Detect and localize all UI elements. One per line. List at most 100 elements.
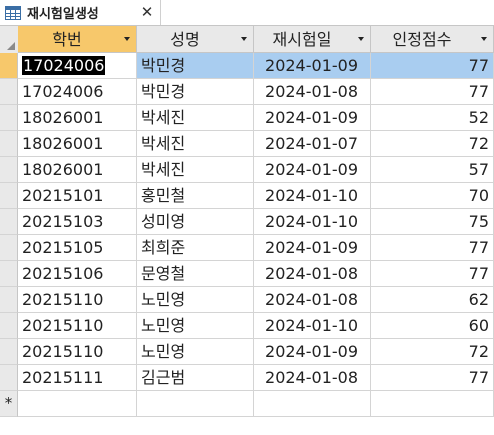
new-record-icon[interactable]: *: [0, 391, 18, 417]
new-record-cell[interactable]: [371, 391, 494, 417]
table-row[interactable]: 20215110 노민영 2024-01-10 60: [0, 313, 494, 339]
cell-retest-date[interactable]: 2024-01-10: [254, 313, 371, 339]
cell-student-id[interactable]: 17024006: [18, 79, 137, 105]
column-header-name[interactable]: 성명: [137, 26, 254, 53]
column-header-label: 인정점수: [392, 30, 452, 49]
selected-text: 17024006: [22, 56, 106, 75]
table-row[interactable]: 18026001 박세진 2024-01-09 57: [0, 157, 494, 183]
cell-student-id[interactable]: 20215110: [18, 287, 137, 313]
cell-name[interactable]: 노민영: [137, 313, 254, 339]
table-row[interactable]: 17024006 박민경 2024-01-08 77: [0, 79, 494, 105]
row-selector[interactable]: [0, 79, 18, 105]
cell-name[interactable]: 최희준: [137, 235, 254, 261]
cell-name[interactable]: 김근범: [137, 365, 254, 391]
tab-bar: 재시험일생성 ✕: [0, 0, 494, 26]
cell-student-id[interactable]: 18026001: [18, 105, 137, 131]
cell-score[interactable]: 77: [371, 53, 494, 79]
cell-score[interactable]: 75: [371, 209, 494, 235]
select-all-corner[interactable]: [0, 26, 19, 54]
row-selector[interactable]: [0, 287, 18, 313]
cell-name[interactable]: 노민영: [137, 339, 254, 365]
row-selector[interactable]: [0, 53, 18, 79]
row-selector[interactable]: [0, 313, 18, 339]
cell-retest-date[interactable]: 2024-01-07: [254, 131, 371, 157]
cell-student-id[interactable]: 17024006: [18, 53, 137, 79]
tab-title: 재시험일생성: [27, 7, 99, 22]
cell-retest-date[interactable]: 2024-01-10: [254, 209, 371, 235]
cell-student-id[interactable]: 20215105: [18, 235, 137, 261]
cell-retest-date[interactable]: 2024-01-08: [254, 79, 371, 105]
cell-score[interactable]: 70: [371, 183, 494, 209]
table-row[interactable]: 18026001 박세진 2024-01-07 72: [0, 131, 494, 157]
cell-score[interactable]: 52: [371, 105, 494, 131]
column-header-score[interactable]: 인정점수: [371, 26, 494, 53]
cell-name[interactable]: 홍민철: [137, 183, 254, 209]
table-row[interactable]: 20215106 문영철 2024-01-08 77: [0, 261, 494, 287]
new-record-row[interactable]: *: [0, 391, 494, 417]
cell-score[interactable]: 72: [371, 339, 494, 365]
dropdown-arrow-icon[interactable]: [241, 37, 247, 41]
cell-student-id[interactable]: 20215103: [18, 209, 137, 235]
cell-name[interactable]: 문영철: [137, 261, 254, 287]
cell-score[interactable]: 62: [371, 287, 494, 313]
cell-retest-date[interactable]: 2024-01-08: [254, 365, 371, 391]
table-row[interactable]: 20215105 최희준 2024-01-09 77: [0, 235, 494, 261]
cell-retest-date[interactable]: 2024-01-09: [254, 235, 371, 261]
cell-student-id[interactable]: 18026001: [18, 131, 137, 157]
cell-retest-date[interactable]: 2024-01-09: [254, 105, 371, 131]
cell-student-id[interactable]: 18026001: [18, 157, 137, 183]
row-selector[interactable]: [0, 105, 18, 131]
table-row[interactable]: 20215101 홍민철 2024-01-10 70: [0, 183, 494, 209]
cell-score[interactable]: 77: [371, 365, 494, 391]
row-selector[interactable]: [0, 157, 18, 183]
cell-name[interactable]: 박민경: [137, 79, 254, 105]
table-row[interactable]: 20215110 노민영 2024-01-08 62: [0, 287, 494, 313]
cell-score[interactable]: 77: [371, 235, 494, 261]
cell-name[interactable]: 박세진: [137, 131, 254, 157]
cell-retest-date[interactable]: 2024-01-08: [254, 287, 371, 313]
new-record-cell[interactable]: [137, 391, 254, 417]
new-record-cell[interactable]: [254, 391, 371, 417]
cell-retest-date[interactable]: 2024-01-09: [254, 157, 371, 183]
cell-score[interactable]: 72: [371, 131, 494, 157]
row-selector[interactable]: [0, 131, 18, 157]
cell-score[interactable]: 60: [371, 313, 494, 339]
table-row[interactable]: 17024006 박민경 2024-01-09 77: [0, 53, 494, 79]
row-selector[interactable]: [0, 339, 18, 365]
table-row[interactable]: 20215110 노민영 2024-01-09 72: [0, 339, 494, 365]
column-header-student-id[interactable]: 학번: [18, 26, 137, 53]
cell-name[interactable]: 노민영: [137, 287, 254, 313]
cell-retest-date[interactable]: 2024-01-09: [254, 339, 371, 365]
cell-student-id[interactable]: 20215101: [18, 183, 137, 209]
new-record-cell[interactable]: [18, 391, 137, 417]
dropdown-arrow-icon[interactable]: [124, 37, 130, 41]
cell-student-id[interactable]: 20215110: [18, 313, 137, 339]
cell-score[interactable]: 77: [371, 79, 494, 105]
cell-score[interactable]: 57: [371, 157, 494, 183]
row-selector[interactable]: [0, 365, 18, 391]
table-icon: [5, 5, 21, 20]
row-selector[interactable]: [0, 235, 18, 261]
cell-student-id[interactable]: 20215111: [18, 365, 137, 391]
table-row[interactable]: 20215103 성미영 2024-01-10 75: [0, 209, 494, 235]
dropdown-arrow-icon[interactable]: [358, 37, 364, 41]
cell-student-id[interactable]: 20215110: [18, 339, 137, 365]
row-selector[interactable]: [0, 261, 18, 287]
column-header-retest-date[interactable]: 재시험일: [254, 26, 371, 53]
tab-query-result[interactable]: 재시험일생성 ✕: [0, 0, 161, 25]
row-selector[interactable]: [0, 183, 18, 209]
table-row[interactable]: 20215111 김근범 2024-01-08 77: [0, 365, 494, 391]
cell-name[interactable]: 박민경: [137, 53, 254, 79]
cell-name[interactable]: 박세진: [137, 105, 254, 131]
dropdown-arrow-icon[interactable]: [481, 37, 487, 41]
cell-name[interactable]: 성미영: [137, 209, 254, 235]
cell-student-id[interactable]: 20215106: [18, 261, 137, 287]
cell-score[interactable]: 77: [371, 261, 494, 287]
close-icon[interactable]: ✕: [140, 3, 154, 21]
cell-retest-date[interactable]: 2024-01-10: [254, 183, 371, 209]
row-selector[interactable]: [0, 209, 18, 235]
cell-retest-date[interactable]: 2024-01-08: [254, 261, 371, 287]
cell-name[interactable]: 박세진: [137, 157, 254, 183]
table-row[interactable]: 18026001 박세진 2024-01-09 52: [0, 105, 494, 131]
cell-retest-date[interactable]: 2024-01-09: [254, 53, 371, 79]
